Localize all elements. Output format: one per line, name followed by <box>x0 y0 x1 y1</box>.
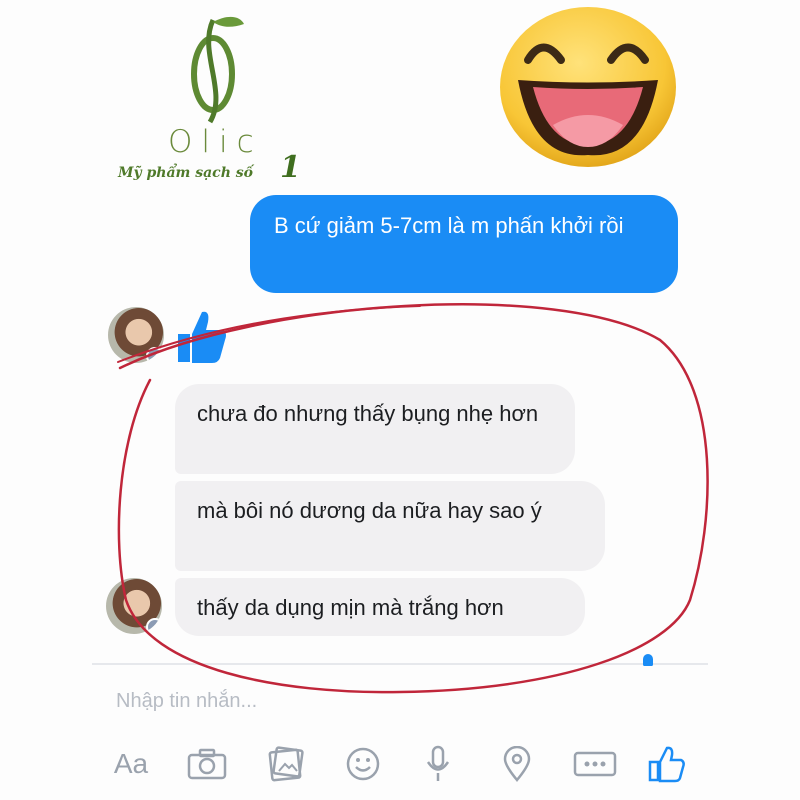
camera-icon[interactable] <box>186 744 228 784</box>
brand-tagline: Mỹ phẩm sạch số <box>118 165 253 181</box>
outgoing-message-text: B cứ giảm 5-7cm là m phấn khởi rồi <box>274 213 624 238</box>
brand-logo: Olic Mỹ phẩm sạch số 1 <box>118 12 308 202</box>
incoming-message[interactable]: chưa đo nhưng thấy bụng nhẹ hơn <box>175 384 575 474</box>
outgoing-message[interactable]: B cứ giảm 5-7cm là m phấn khởi rồi <box>250 195 678 293</box>
incoming-message-text: mà bôi nó dương da nữa hay sao ý <box>197 498 542 523</box>
microphone-icon[interactable] <box>423 744 453 784</box>
gallery-icon[interactable] <box>266 744 306 784</box>
more-icon[interactable] <box>572 744 618 784</box>
thumbs-up-icon <box>178 311 226 363</box>
contact-avatar[interactable] <box>106 578 162 634</box>
contact-avatar[interactable] <box>108 307 164 363</box>
incoming-message-text: thấy da dụng mịn mà trắng hơn <box>197 595 504 620</box>
brand-tagline-number: 1 <box>280 150 301 185</box>
messenger-badge-icon <box>146 618 162 634</box>
messenger-badge-icon <box>146 347 164 363</box>
like-icon[interactable] <box>646 744 686 784</box>
incoming-message-text: chưa đo nhưng thấy bụng nhẹ hơn <box>197 401 539 426</box>
text-style-button[interactable]: Aa <box>108 744 154 784</box>
brand-name: Olic <box>168 124 263 160</box>
incoming-message[interactable]: mà bôi nó dương da nữa hay sao ý <box>175 481 605 571</box>
laughing-emoji-icon <box>500 7 676 167</box>
leaf-logo-icon <box>191 16 244 124</box>
message-input[interactable]: Nhập tin nhắn... <box>116 690 257 713</box>
read-receipt-icon <box>643 654 653 666</box>
emoji-icon[interactable] <box>343 744 383 784</box>
location-icon[interactable] <box>501 744 533 784</box>
composer-divider <box>92 663 708 665</box>
incoming-message[interactable]: thấy da dụng mịn mà trắng hơn <box>175 578 585 636</box>
